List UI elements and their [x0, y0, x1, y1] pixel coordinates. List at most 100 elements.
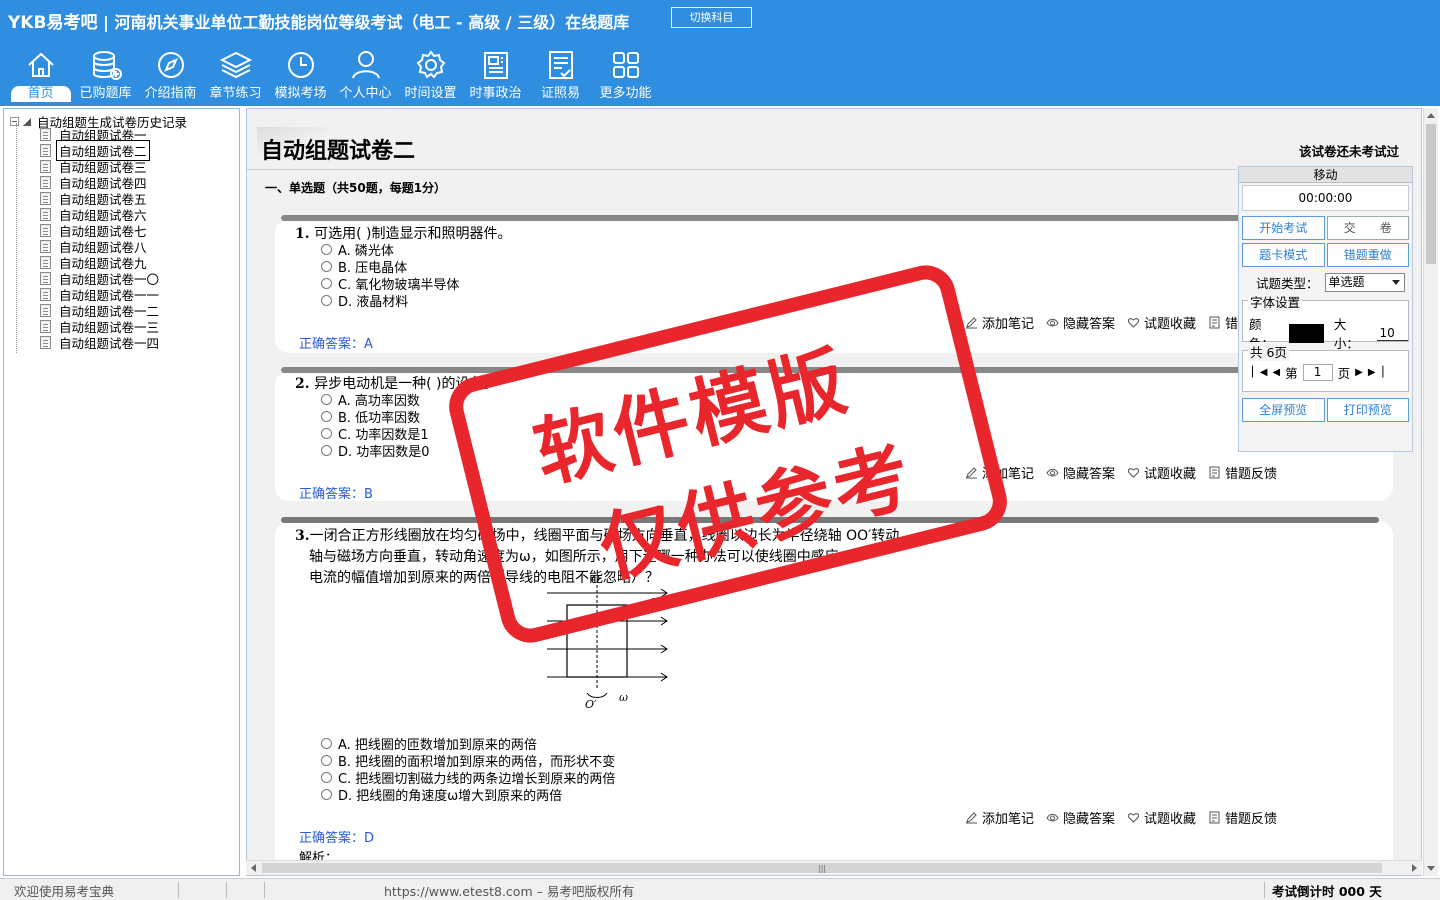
font-size-input[interactable]: 10: [1377, 326, 1408, 341]
chevron-down-icon: [1391, 280, 1400, 285]
window-title: 河南机关事业单位工勤技能岗位等级考试（电工 - 高级 / 三级）在线题库: [114, 13, 630, 32]
toolbar-more-button[interactable]: 更多功能: [593, 46, 658, 104]
option-b[interactable]: B. 低功率因数: [321, 408, 420, 426]
scroll-thumb[interactable]: [1426, 124, 1436, 264]
toolbar-news-label: 时事政治: [469, 86, 522, 101]
radio-button[interactable]: [321, 755, 332, 766]
toolbar-home-button[interactable]: 首页: [8, 46, 73, 104]
hide-answer-label: 隐藏答案: [1063, 467, 1116, 482]
toolbar-mock-exam-button[interactable]: 模拟考场: [268, 46, 333, 104]
submit-paper-button[interactable]: 交 卷: [1326, 216, 1409, 240]
next-page-icon[interactable]: ▶: [1355, 367, 1363, 378]
favorite-button[interactable]: 试题收藏: [1127, 313, 1196, 332]
option-a[interactable]: A. 高功率因数: [321, 391, 420, 409]
option-b[interactable]: B. 把线圈的面积增加到原来的两倍，而形状不变: [321, 752, 615, 770]
option-c[interactable]: C. 氧化物玻璃半导体: [321, 275, 459, 293]
radio-button[interactable]: [321, 261, 332, 272]
add-note-label: 添加笔记: [982, 317, 1035, 332]
compass-icon: [157, 52, 184, 78]
option-c[interactable]: C. 功率因数是1: [321, 425, 429, 443]
fullscreen-preview-button[interactable]: 全屏预览: [1242, 398, 1325, 422]
hide-answer-label: 隐藏答案: [1063, 812, 1116, 827]
toolbar-chapter-button[interactable]: 章节练习: [203, 46, 268, 104]
question-stem: 1. 可选用( )制造显示和照明器件。: [295, 223, 511, 243]
hide-answer-button[interactable]: 隐藏答案: [1046, 313, 1115, 332]
toolbar-certificate-button[interactable]: 证照易: [528, 46, 593, 104]
radio-button[interactable]: [321, 244, 332, 255]
question-card-3: 3.一闭合正方形线圈放在均匀磁场中，线圈平面与磁场方向垂直，线圈以边长为半径绕轴…: [275, 517, 1393, 875]
radio-button[interactable]: [321, 445, 332, 456]
favorite-button[interactable]: 试题收藏: [1127, 808, 1196, 827]
toolbar-news-button[interactable]: 时事政治: [463, 46, 528, 104]
magnetic-field-diagram: O B O′ ω: [547, 573, 668, 711]
add-note-button[interactable]: 添加笔记: [965, 463, 1034, 482]
radio-button[interactable]: [321, 295, 332, 306]
toolbar-purchased-button[interactable]: 已购题库: [73, 46, 138, 104]
radio-button[interactable]: [321, 428, 332, 439]
font-color-swatch[interactable]: [1288, 323, 1324, 343]
radio-button[interactable]: [321, 411, 332, 422]
toolbar-profile-label: 个人中心: [339, 86, 392, 101]
page-number-input[interactable]: 1: [1302, 364, 1333, 381]
page-count-legend: 共 6页: [1248, 342, 1289, 361]
report-error-button[interactable]: 错题反馈: [1208, 808, 1277, 827]
status-welcome: 欢迎使用易考宝典: [14, 884, 115, 899]
tree-connector-lines: [16, 123, 40, 353]
field-label: B: [650, 596, 660, 610]
option-b[interactable]: B. 压电晶体: [321, 258, 407, 276]
toolbar-guide-label: 介绍指南: [144, 86, 197, 101]
grid-icon: [612, 52, 639, 78]
button-row-1: 开始考试 交 卷: [1239, 216, 1412, 240]
toolbar-time-settings-button[interactable]: 时间设置: [398, 46, 463, 104]
radio-button[interactable]: [321, 772, 332, 783]
scroll-right-arrow-icon[interactable]: [1412, 864, 1417, 872]
eye-icon: [1046, 318, 1059, 327]
vertical-scrollbar[interactable]: [1423, 108, 1438, 876]
option-d[interactable]: D. 功率因数是0: [321, 442, 430, 460]
start-exam-button[interactable]: 开始考试: [1242, 216, 1325, 240]
hide-answer-button[interactable]: 隐藏答案: [1046, 808, 1115, 827]
radio-button[interactable]: [321, 738, 332, 749]
scroll-down-arrow-icon[interactable]: [1427, 866, 1435, 871]
option-a[interactable]: A. 把线圈的匝数增加到原来的两倍: [321, 735, 537, 753]
first-page-icon[interactable]: ▏◀: [1252, 367, 1267, 378]
tree-collapse-icon[interactable]: −: [10, 117, 19, 126]
radio-button[interactable]: [321, 278, 332, 289]
card-mode-button[interactable]: 题卡模式: [1242, 243, 1325, 267]
radio-button[interactable]: [321, 789, 332, 800]
question-card-1: 1. 可选用( )制造显示和照明器件。 A. 磷光体 B. 压电晶体 C. 氧化…: [275, 215, 1393, 353]
tree-item-paper-14[interactable]: 自动组题试卷一四: [40, 334, 159, 351]
report-error-button[interactable]: 错题反馈: [1208, 463, 1277, 482]
clock-icon: [287, 52, 314, 78]
add-note-button[interactable]: 添加笔记: [965, 808, 1034, 827]
toolbar-profile-button[interactable]: 个人中心: [333, 46, 398, 104]
toolbar-guide-button[interactable]: 介绍指南: [138, 46, 203, 104]
question-number: 3.: [295, 528, 310, 544]
horizontal-scrollbar[interactable]: |||: [246, 860, 1422, 875]
title-separator: |: [103, 13, 109, 32]
last-page-icon[interactable]: ▶▕: [1368, 367, 1383, 378]
exam-countdown: 考试倒计时 000 天: [1272, 884, 1382, 899]
hide-answer-button[interactable]: 隐藏答案: [1046, 463, 1115, 482]
option-c[interactable]: C. 把线圈切割磁力线的两条边增长到原来的两倍: [321, 769, 615, 787]
toolbar-chapter-label: 章节练习: [209, 86, 262, 101]
add-note-button[interactable]: 添加笔记: [965, 313, 1034, 332]
option-d[interactable]: D. 把线圈的角速度ω增大到原来的两倍: [321, 786, 562, 804]
favorite-label: 试题收藏: [1144, 467, 1197, 482]
prev-page-icon[interactable]: ◀: [1272, 367, 1280, 378]
scroll-up-arrow-icon[interactable]: [1427, 113, 1435, 118]
scroll-left-arrow-icon[interactable]: [251, 864, 256, 872]
scroll-grip-icon: |||: [818, 864, 827, 873]
radio-button[interactable]: [321, 394, 332, 405]
question-type-select[interactable]: 单选题: [1324, 273, 1405, 292]
favorite-button[interactable]: 试题收藏: [1127, 463, 1196, 482]
panel-move-handle[interactable]: 移动: [1239, 167, 1412, 183]
print-preview-button[interactable]: 打印预览: [1326, 398, 1409, 422]
axis-bottom-label: O′: [585, 698, 597, 711]
main-toolbar: 首页 已购题库 介绍指南 章节练习 模拟考场 个人中心 时间设置 时事政治 证照…: [8, 46, 658, 104]
option-a[interactable]: A. 磷光体: [321, 241, 394, 259]
option-label: D. 功率因数是0: [338, 445, 430, 460]
option-d[interactable]: D. 液晶材料: [321, 292, 408, 310]
redo-wrong-button[interactable]: 错题重做: [1326, 243, 1409, 267]
switch-subject-button[interactable]: 切换科目: [671, 7, 752, 28]
